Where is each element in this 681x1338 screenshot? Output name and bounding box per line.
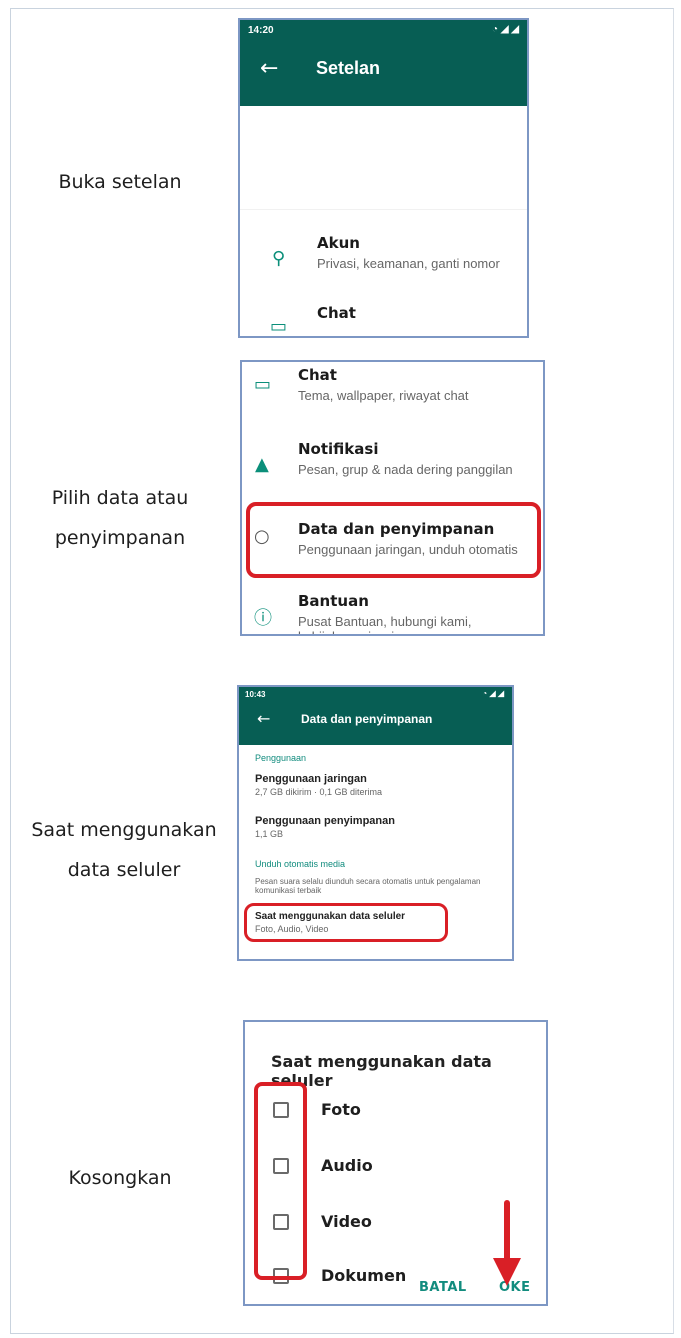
- settings-list-screenshot: ▭ Chat Tema, wallpaper, riwayat chat ▲ N…: [240, 360, 545, 636]
- audio-label: Audio: [321, 1156, 373, 1175]
- status-bar: 10:43 ◔ ◢ ◢: [239, 687, 512, 703]
- settings-item-chat[interactable]: ▭ Chat: [240, 290, 527, 336]
- highlight-checkboxes: [254, 1082, 307, 1280]
- signal-icon: ◔ ◢ ◢: [482, 689, 504, 698]
- page-title: Data dan penyimpanan: [301, 712, 433, 726]
- storage-usage-title: Penggunaan penyimpanan: [255, 815, 395, 827]
- step-label-open-settings: Buka setelan: [58, 171, 182, 193]
- usage-section-header: Penggunaan: [255, 753, 306, 763]
- usage-section-label: Penggunaan: [255, 753, 307, 763]
- bell-icon: ▲: [255, 454, 269, 475]
- help-icon: ⓘ: [254, 608, 272, 629]
- app-bar: 10:43 ◔ ◢ ◢ ← Data dan penyimpanan: [239, 687, 512, 745]
- notifications-title: Notifikasi: [298, 440, 379, 458]
- settings-item-account[interactable]: ⚲ Akun Privasi, keamanan, ganti nomor: [240, 210, 527, 290]
- video-label: Video: [321, 1212, 372, 1231]
- network-usage-subtitle: 2,7 GB dikirim · 0,1 GB diterima: [255, 787, 383, 797]
- auto-download-section-label: Unduh otomatis media: [255, 859, 346, 869]
- step-label-mobile-data: Saat menggunakan data seluler: [31, 819, 217, 881]
- key-icon: ⚲: [272, 248, 286, 269]
- back-arrow-icon[interactable]: ←: [260, 56, 278, 81]
- auto-download-section-header: Unduh otomatis media: [255, 859, 345, 869]
- settings-item-chat[interactable]: ▭ Chat Tema, wallpaper, riwayat chat: [242, 362, 543, 424]
- help-title: Bantuan: [298, 592, 369, 610]
- step-label-choose-data: Pilih data atau penyimpanan: [51, 487, 189, 549]
- settings-item-notifications[interactable]: ▲ Notifikasi Pesan, grup & nada dering p…: [242, 436, 543, 498]
- chat-title: Chat: [317, 304, 356, 322]
- storage-usage-subtitle: 1,1 GB: [255, 829, 284, 839]
- cancel-button[interactable]: BATAL: [419, 1280, 467, 1295]
- network-usage-item[interactable]: Penggunaan jaringan 2,7 GB dikirim · 0,1…: [255, 773, 382, 797]
- storage-usage-item[interactable]: Penggunaan penyimpanan 1,1 GB: [255, 815, 395, 839]
- profile-area: [240, 106, 527, 210]
- back-arrow-icon[interactable]: ←: [257, 709, 270, 728]
- photo-label: Foto: [321, 1100, 361, 1119]
- settings-screenshot: 14:20 ◔ ◢ ◢ ← Setelan ⚲ Akun Privasi, ke…: [238, 18, 529, 338]
- status-bar: 14:20 ◔ ◢ ◢: [240, 20, 527, 42]
- status-time: 10:43: [245, 690, 266, 699]
- chat-icon: ▭: [254, 374, 272, 395]
- help-subtitle: Pusat Bantuan, hubungi kami, kebijakan p…: [298, 614, 472, 634]
- document-label: Dokumen: [321, 1266, 407, 1285]
- step-label-clear: Kosongkan: [68, 1167, 172, 1189]
- chat-icon: ▭: [270, 316, 288, 337]
- auto-download-note-text: Pesan suara selalu diunduh secara otomat…: [255, 877, 481, 895]
- app-bar: 14:20 ◔ ◢ ◢ ← Setelan: [240, 20, 527, 106]
- page-title: Setelan: [316, 58, 381, 78]
- auto-download-note: Pesan suara selalu diunduh secara otomat…: [255, 875, 495, 895]
- highlight-mobile-data: [244, 903, 448, 942]
- account-subtitle: Privasi, keamanan, ganti nomor: [317, 256, 500, 271]
- chat-title: Chat: [298, 366, 337, 384]
- arrow-down-icon: [493, 1200, 521, 1288]
- dialog-title: Saat menggunakan data seluler: [271, 1052, 492, 1090]
- status-time: 14:20: [248, 25, 274, 36]
- chat-subtitle: Tema, wallpaper, riwayat chat: [298, 388, 469, 403]
- account-title: Akun: [317, 234, 360, 252]
- highlight-data-storage: [246, 502, 541, 578]
- signal-icon: ◔ ◢ ◢: [492, 24, 519, 35]
- notifications-subtitle: Pesan, grup & nada dering panggilan: [298, 462, 513, 477]
- settings-item-help[interactable]: ⓘ Bantuan Pusat Bantuan, hubungi kami, k…: [242, 590, 543, 634]
- network-usage-title: Penggunaan jaringan: [255, 773, 367, 785]
